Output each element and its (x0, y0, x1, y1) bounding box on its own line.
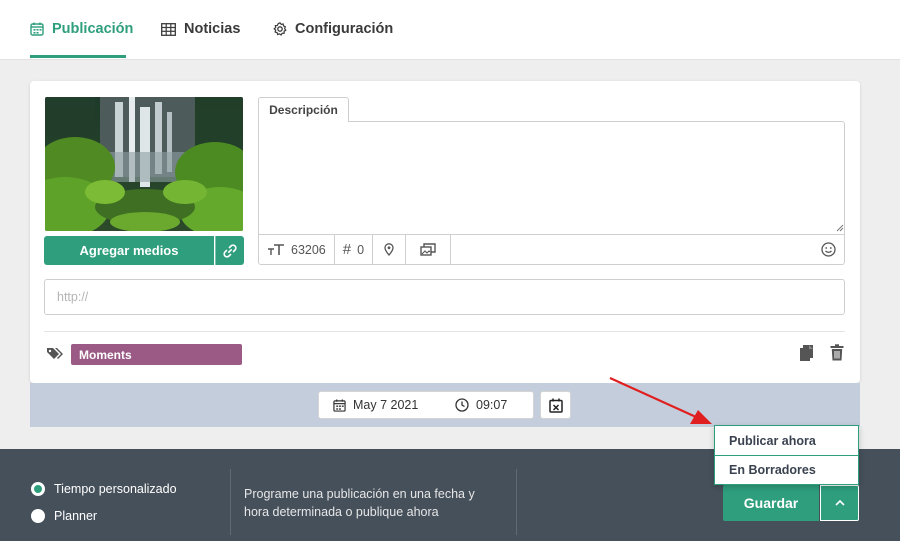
clear-date-button[interactable] (540, 391, 571, 419)
location-pin-icon (384, 243, 394, 256)
trash-icon[interactable] (830, 344, 844, 361)
save-options-menu: Publicar ahora En Borradores (714, 425, 859, 485)
link-icon (223, 243, 237, 258)
char-count: 63206 (291, 242, 326, 257)
tab-label: Noticias (184, 21, 241, 37)
time-field[interactable]: 09:07 (455, 398, 507, 412)
description-toolbar: 63206 # 0 (258, 234, 845, 265)
hashtag-icon: # (342, 241, 352, 258)
calendar-icon (30, 22, 44, 36)
tab-configuracion[interactable]: Configuración (273, 0, 393, 58)
location-button[interactable] (373, 235, 407, 264)
section-divider (44, 331, 845, 332)
calendar-icon (333, 398, 346, 412)
description-textarea[interactable] (258, 121, 845, 235)
hashtag-counter[interactable]: # 0 (335, 235, 374, 264)
option-label: Planner (54, 509, 98, 523)
schedule-help-text: Programe una publicación en una fecha y … (244, 487, 475, 519)
option-label: Tiempo personalizado (54, 482, 177, 496)
waterfall-image (45, 97, 243, 231)
gallery-icon (420, 243, 436, 256)
datetime-picker[interactable]: May 7 2021 09:07 (318, 391, 534, 419)
char-counter: 63206 (259, 235, 335, 264)
active-tab-indicator (30, 55, 126, 58)
tab-publicacion[interactable]: Publicación (30, 0, 133, 58)
tab-label: Configuración (295, 21, 394, 37)
menu-item-publicar-ahora[interactable]: Publicar ahora (715, 426, 858, 455)
radio-checked-icon[interactable] (31, 482, 45, 496)
calendar-remove-icon (548, 398, 563, 413)
radio-unchecked-icon[interactable] (31, 509, 45, 523)
tags-icon (47, 348, 63, 359)
top-tab-bar: Publicación Noticias Configuración (0, 0, 900, 60)
text-size-icon (268, 243, 284, 255)
save-options-toggle[interactable] (820, 485, 859, 521)
tag-moments[interactable]: Moments (71, 344, 242, 365)
duplicate-icon[interactable] (799, 344, 815, 362)
date-field[interactable]: May 7 2021 (319, 398, 455, 412)
hashtag-count: 0 (357, 242, 365, 257)
gallery-button[interactable] (406, 235, 452, 264)
emoji-icon[interactable] (821, 242, 836, 257)
url-input[interactable] (44, 279, 845, 315)
grid-icon (161, 22, 176, 36)
clock-icon (455, 398, 469, 412)
chevron-up-icon (834, 500, 845, 506)
add-media-button[interactable]: Agregar medios (44, 236, 214, 265)
resize-grip-icon[interactable] (836, 224, 844, 232)
date-value: May 7 2021 (353, 398, 419, 412)
tab-noticias[interactable]: Noticias (161, 0, 240, 58)
schedule-strip: May 7 2021 09:07 (30, 383, 860, 427)
separator (516, 469, 517, 535)
gear-icon (273, 22, 287, 36)
media-thumbnail[interactable] (45, 97, 243, 231)
separator (230, 469, 231, 535)
save-button[interactable]: Guardar (723, 485, 819, 521)
post-editor-card: Agregar medios Descripción 63206 # 0 htt… (30, 81, 860, 383)
description-tab[interactable]: Descripción (258, 97, 349, 122)
time-value: 09:07 (476, 398, 508, 412)
menu-item-en-borradores[interactable]: En Borradores (715, 455, 858, 484)
option-tiempo-personalizado[interactable]: Tiempo personalizado (31, 482, 177, 496)
option-planner[interactable]: Planner (31, 509, 97, 523)
tab-label: Publicación (52, 21, 134, 37)
add-link-button[interactable] (215, 236, 244, 265)
